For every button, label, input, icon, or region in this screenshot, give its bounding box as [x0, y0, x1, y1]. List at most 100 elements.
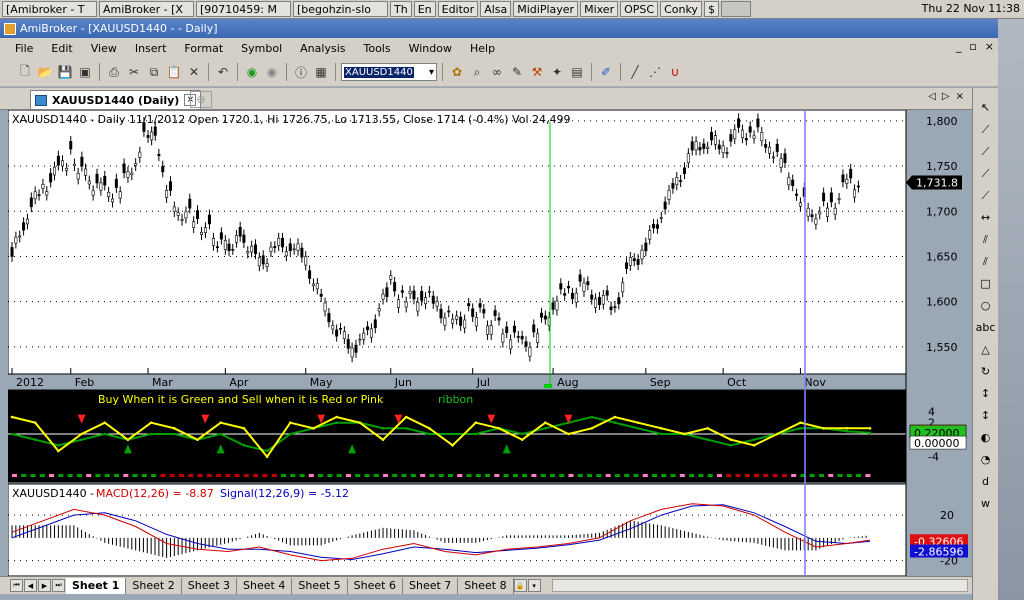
drawing-tool-17-icon[interactable]: d — [976, 472, 996, 491]
menu-window[interactable]: Window — [400, 42, 461, 55]
add-tab-icon[interactable]: ⊕ — [190, 91, 212, 108]
menu-help[interactable]: Help — [461, 42, 504, 55]
menu-file[interactable]: File — [6, 42, 42, 55]
drawing-tool-4-icon[interactable]: ⟋ — [976, 186, 996, 205]
horizontal-scrollbar[interactable] — [551, 579, 968, 592]
sheet-tab-2[interactable]: Sheet 2 — [126, 577, 182, 594]
sheet-next-icon[interactable]: ▶ — [38, 579, 51, 592]
menu-insert[interactable]: Insert — [126, 42, 176, 55]
taskbar-app-editor[interactable]: Editor — [437, 1, 479, 17]
tab-list-close-icon[interactable]: × — [956, 91, 964, 102]
delete-icon[interactable]: ✕ — [185, 63, 203, 81]
drawing-tool-12-icon[interactable]: ↻ — [976, 362, 996, 381]
copy-icon[interactable]: ⧉ — [145, 63, 163, 81]
drawing-tool-7-icon[interactable]: ⫽ — [976, 252, 996, 271]
tab-next-icon[interactable]: ▷ — [942, 91, 950, 102]
drawing-tool-0-icon[interactable]: ↖ — [976, 98, 996, 117]
drawing-tool-3-icon[interactable]: ⟋ — [976, 164, 996, 183]
price-candle-body — [775, 143, 779, 152]
paste-icon[interactable]: 📋 — [165, 63, 183, 81]
quote-icon[interactable]: ▦ — [312, 63, 330, 81]
new-icon[interactable]: 🗋 — [16, 63, 34, 81]
close-icon[interactable]: × — [985, 40, 994, 53]
drawing-tool-1-icon[interactable]: ⟋ — [976, 120, 996, 139]
magnet-icon[interactable]: ∪ — [666, 63, 684, 81]
tab-xauusd-daily[interactable]: XAUUSD1440 (Daily) × — [30, 90, 202, 109]
drawing-tool-2-icon[interactable]: ⟋ — [976, 142, 996, 161]
price-candle-body — [659, 217, 663, 219]
ribbon-green-series-point — [288, 432, 292, 436]
sheet-tab-1[interactable]: Sheet 1 — [66, 577, 127, 594]
drawing-tool-15-icon[interactable]: ◐ — [976, 428, 996, 447]
open-icon[interactable]: 📂 — [36, 63, 54, 81]
window-titlebar[interactable]: AmiBroker - [XAUUSD1440 - - Daily] — [0, 19, 1000, 38]
taskbar-app-th[interactable]: Th — [390, 1, 412, 17]
drawing-tool-11-icon[interactable]: △ — [976, 340, 996, 359]
taskbar-blank[interactable] — [720, 1, 751, 17]
drawing-tool-8-icon[interactable]: □ — [976, 274, 996, 293]
taskbar-app-midiplayer[interactable]: MidiPlayer — [513, 1, 579, 17]
drawing-tool-5-icon[interactable]: ↔ — [976, 208, 996, 227]
sheet-last-icon[interactable]: ⏭ — [52, 579, 65, 592]
minimize-icon[interactable]: _ — [956, 40, 962, 53]
drawing-tool-9-icon[interactable]: ○ — [976, 296, 996, 315]
save-icon[interactable]: 💾 — [56, 63, 74, 81]
taskbar-window-2[interactable]: [90710459: M — [196, 1, 291, 17]
line-icon[interactable]: ╱ — [626, 63, 644, 81]
forward-icon[interactable]: ◉ — [263, 63, 281, 81]
drawing-tool-16-icon[interactable]: ◔ — [976, 450, 996, 469]
drawing-tool-10-icon[interactable]: abc — [976, 318, 996, 337]
search-icon[interactable]: ⌕ — [468, 63, 486, 81]
lock-icon[interactable]: 🔒 — [513, 579, 527, 592]
wand-icon[interactable]: ✦ — [548, 63, 566, 81]
menu-symbol[interactable]: Symbol — [232, 42, 291, 55]
taskbar-app-conky[interactable]: Conky — [660, 1, 702, 17]
gear-icon[interactable]: ✿ — [448, 63, 466, 81]
print-icon[interactable]: ⎙ — [105, 63, 123, 81]
drawing-tool-13-icon[interactable]: ↕ — [976, 384, 996, 403]
taskbar-app-opsc[interactable]: OPSC — [620, 1, 659, 17]
taskbar-app-dollar[interactable]: $ — [703, 1, 719, 17]
save-all-icon[interactable]: ▣ — [76, 63, 94, 81]
sheet-tab-4[interactable]: Sheet 4 — [237, 577, 293, 594]
drawing-tool-6-icon[interactable]: ⫽ — [976, 230, 996, 249]
menu-view[interactable]: View — [82, 42, 126, 55]
sheet-tab-3[interactable]: Sheet 3 — [182, 577, 238, 594]
restore-icon[interactable]: ▫ — [969, 40, 976, 53]
binoculars-icon[interactable]: ∞ — [488, 63, 506, 81]
taskbar-window-3[interactable]: [begohzin-slo — [293, 1, 388, 17]
scroll-icon[interactable]: ✎ — [508, 63, 526, 81]
taskbar-app-alsa[interactable]: Alsa — [480, 1, 512, 17]
chart-area[interactable]: 1,800 1,750 1,700 1,650 1,600 1,550 XAUUSD1440… — [8, 110, 972, 576]
cut-icon[interactable]: ✂ — [125, 63, 143, 81]
sheet-tab-6[interactable]: Sheet 6 — [348, 577, 403, 594]
sheet-menu-icon[interactable]: ▾ — [527, 579, 541, 592]
taskbar-app-en[interactable]: En — [413, 1, 436, 17]
menu-format[interactable]: Format — [175, 42, 232, 55]
window-icon[interactable]: ▤ — [568, 63, 586, 81]
back-icon[interactable]: ◉ — [243, 63, 261, 81]
ribbon-band-segment — [151, 474, 157, 477]
sheet-tab-8[interactable]: Sheet 8 — [458, 577, 514, 594]
menu-tools[interactable]: Tools — [354, 42, 399, 55]
taskbar-window-1[interactable]: AmiBroker - [X — [99, 1, 194, 17]
price-candle-body — [315, 283, 319, 290]
price-candle-body — [130, 172, 134, 175]
info-icon[interactable]: ⓘ — [292, 63, 310, 81]
pen-color-icon[interactable]: ✐ — [597, 63, 615, 81]
taskbar-window-0[interactable]: [Amibroker - T — [2, 1, 97, 17]
taskbar-app-mixer[interactable]: Mixer — [580, 1, 619, 17]
sheet-prev-icon[interactable]: ◀ — [24, 579, 37, 592]
sheet-tab-7[interactable]: Sheet 7 — [403, 577, 459, 594]
sheet-tab-5[interactable]: Sheet 5 — [292, 577, 348, 594]
menu-analysis[interactable]: Analysis — [291, 42, 354, 55]
sheet-first-icon[interactable]: ⏮ — [10, 579, 23, 592]
drawing-tool-18-icon[interactable]: w — [976, 494, 996, 513]
undo-icon[interactable]: ↶ — [214, 63, 232, 81]
symbol-combo[interactable]: XAUUSD1440 ▾ — [341, 63, 437, 81]
dashed-line-icon[interactable]: ⋰ — [646, 63, 664, 81]
hammer-icon[interactable]: ⚒ — [528, 63, 546, 81]
tab-prev-icon[interactable]: ◁ — [928, 91, 936, 102]
drawing-tool-14-icon[interactable]: ↕ — [976, 406, 996, 425]
menu-edit[interactable]: Edit — [42, 42, 81, 55]
